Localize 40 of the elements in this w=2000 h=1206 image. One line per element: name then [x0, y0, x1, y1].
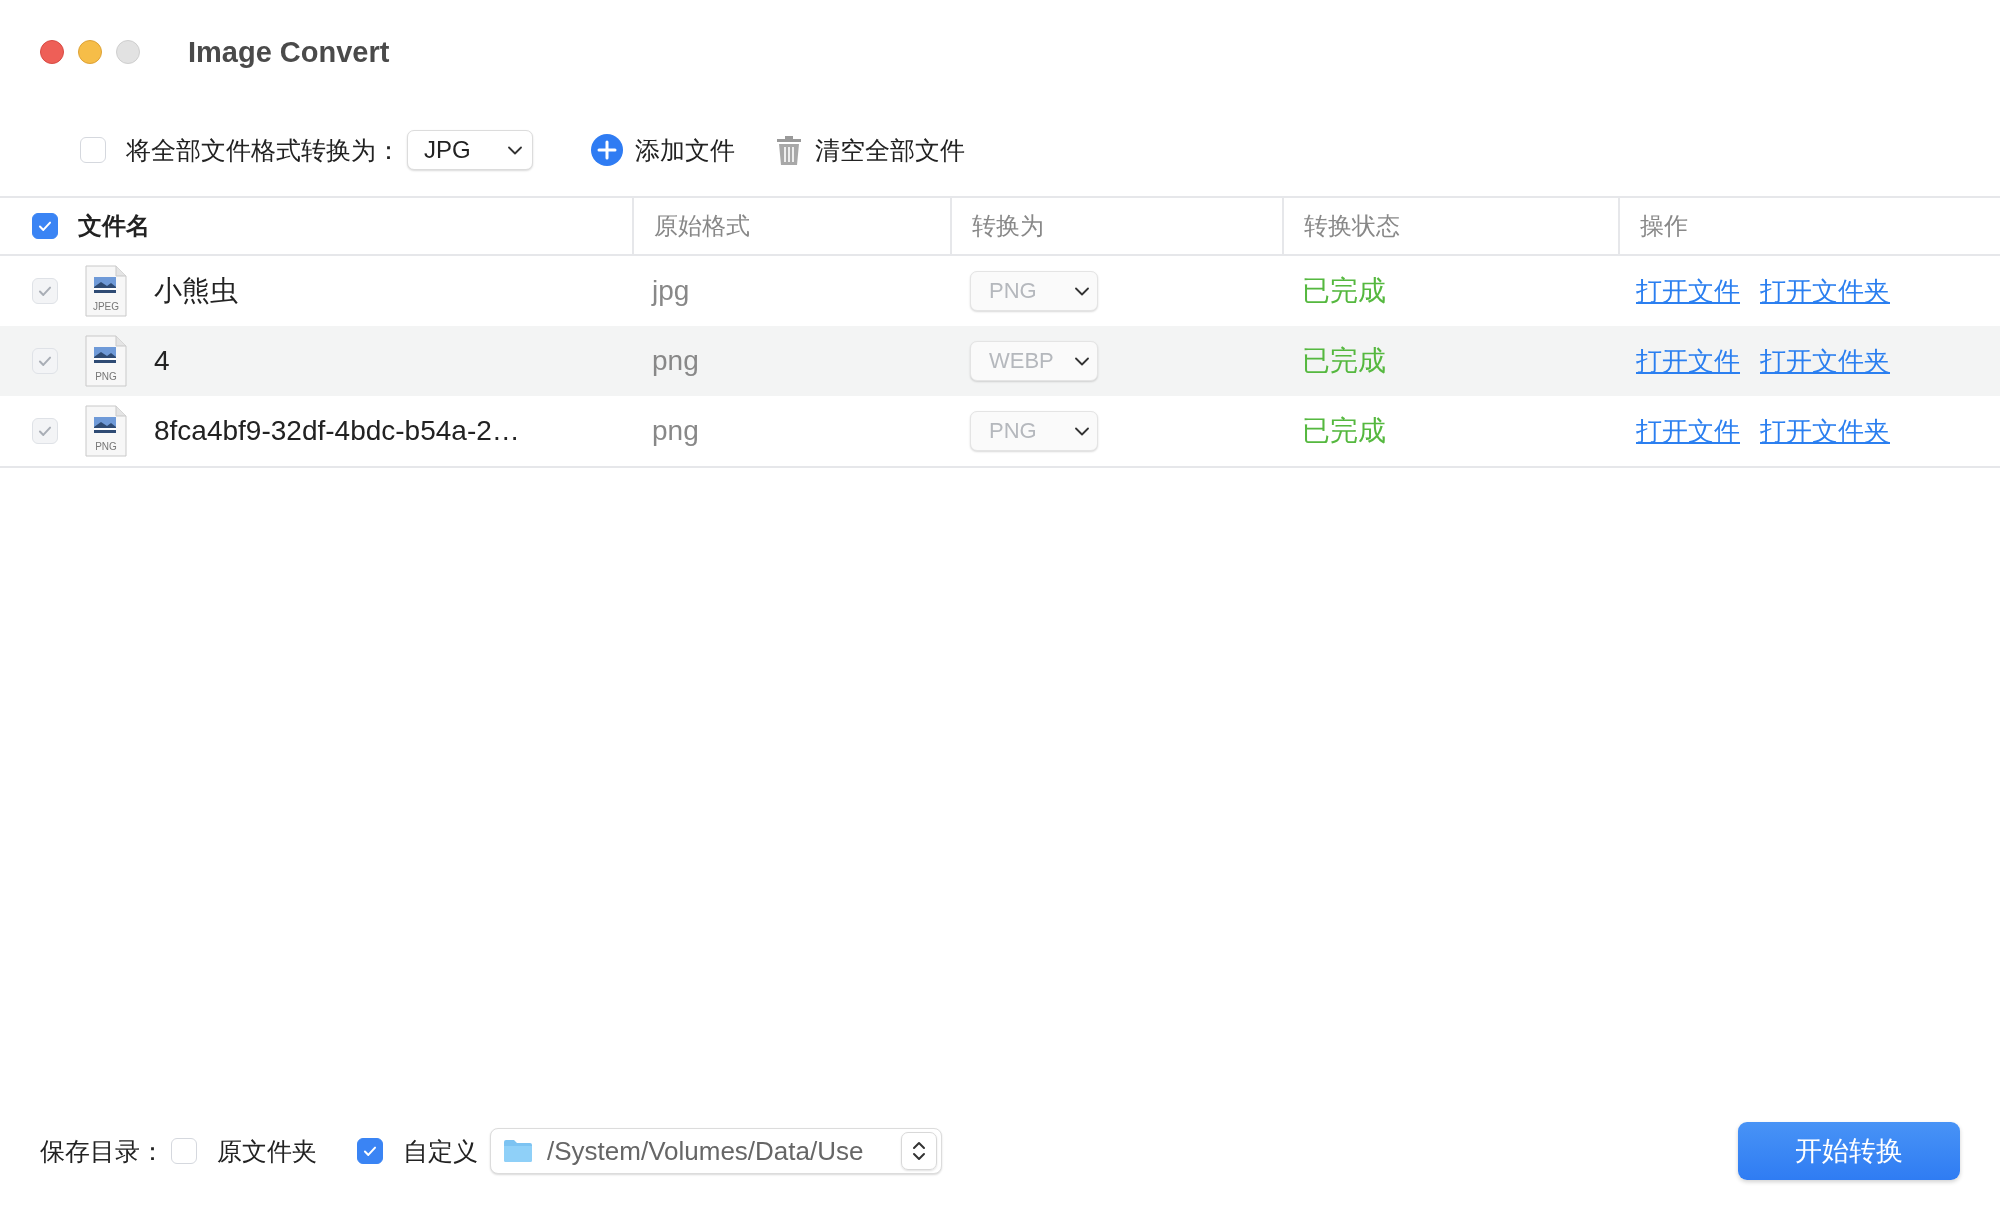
zoom-button[interactable] [116, 40, 140, 64]
status-text: 已完成 [1302, 414, 1386, 448]
clear-all-button[interactable]: 清空全部文件 [775, 133, 965, 167]
image-file-icon: PNG [84, 335, 128, 387]
image-file-icon: PNG [84, 405, 128, 457]
chevron-down-icon [1075, 426, 1089, 436]
file-name: 8fca4bf9-32df-4bdc-b54a-2… [154, 415, 520, 447]
column-header: 操作 [1640, 211, 1688, 241]
image-file-icon: JPEG [84, 265, 128, 317]
chevron-down-icon [1075, 356, 1089, 366]
original-format: jpg [652, 275, 690, 307]
checkbox[interactable] [357, 1138, 383, 1164]
original-format: png [652, 415, 699, 447]
column-header: 转换状态 [1304, 211, 1400, 241]
trash-icon [775, 134, 803, 166]
chevron-down-icon [508, 145, 522, 155]
status-text: 已完成 [1302, 274, 1386, 308]
format-dropdown[interactable]: JPG [407, 130, 533, 170]
file-name: 小熊虫 [154, 274, 238, 308]
option-label: 原文件夹 [217, 1135, 317, 1167]
path-field[interactable]: /System/Volumes/Data/Use [490, 1128, 942, 1174]
plus-icon [591, 134, 623, 166]
close-button[interactable] [40, 40, 64, 64]
chevron-down-icon [1075, 286, 1089, 296]
original-format: png [652, 345, 699, 377]
window-title: Image Convert [188, 35, 390, 69]
convert-all-label: 将全部文件格式转换为： [126, 134, 401, 166]
minimize-button[interactable] [78, 40, 102, 64]
status-text: 已完成 [1302, 344, 1386, 378]
save-directory-label: 保存目录： [40, 1135, 165, 1167]
folder-icon [503, 1139, 533, 1163]
column-header: 转换为 [972, 211, 1044, 241]
column-header: 原始格式 [654, 211, 750, 241]
checkbox[interactable] [32, 213, 58, 239]
option-label: 自定义 [403, 1135, 478, 1167]
up-down-icon [912, 1140, 926, 1162]
file-name: 4 [154, 345, 170, 377]
column-header: 文件名 [78, 211, 150, 241]
add-file-button[interactable]: 添加文件 [591, 133, 735, 167]
start-convert-button[interactable]: 开始转换 [1738, 1122, 1960, 1180]
